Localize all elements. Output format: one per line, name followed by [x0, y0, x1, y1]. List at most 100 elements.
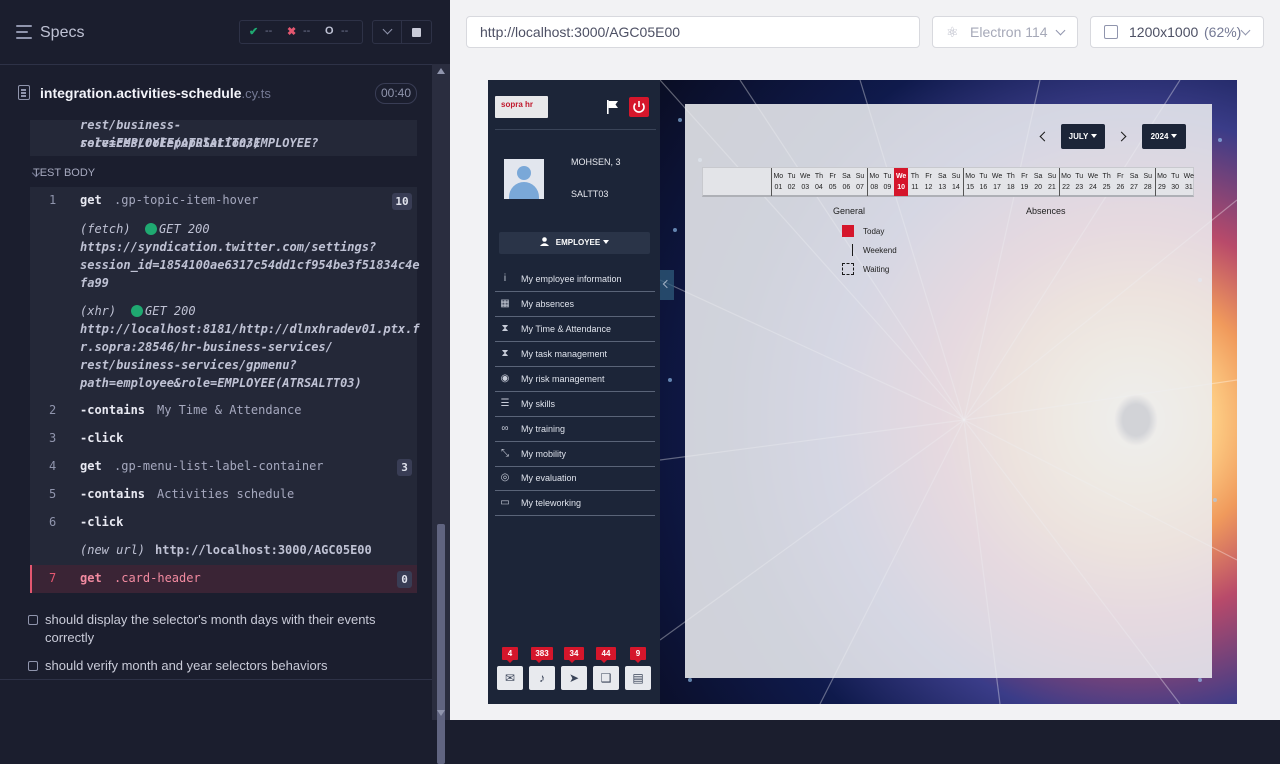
request-url[interactable]: session_id=1854100ae6317c54dd1cf954be3f5… — [80, 256, 420, 274]
calendar-day[interactable]: We 24 — [1086, 168, 1100, 196]
calendar-day[interactable]: Su 28 — [1141, 168, 1155, 196]
previous-month-button[interactable] — [1037, 130, 1050, 142]
role-selector[interactable]: EMPLOYEE — [499, 232, 650, 254]
calendar-day[interactable]: Mo 15 — [962, 168, 977, 196]
calendar-day[interactable]: Mo 29 — [1154, 168, 1169, 196]
menu-item-evaluation[interactable]: ◎ My evaluation — [495, 466, 655, 491]
month-selector[interactable]: JULY — [1061, 124, 1105, 149]
specs-title[interactable]: Specs — [40, 24, 84, 42]
command-name[interactable]: get — [80, 459, 102, 473]
scrollbar-thumb[interactable] — [437, 524, 445, 764]
menu-item-teleworking[interactable]: ▭ My teleworking — [495, 491, 655, 516]
new-url-value[interactable]: http://localhost:3000/AGC05E00 — [155, 541, 372, 559]
calendar-day[interactable]: Fr 05 — [826, 168, 840, 196]
menu-item-mobility[interactable]: ⤡ My mobility — [495, 442, 655, 467]
calendar-day[interactable]: We 03 — [798, 168, 812, 196]
calendar-day[interactable]: Su 07 — [853, 168, 867, 196]
menu-item-employee-information[interactable]: i My employee information — [495, 267, 655, 292]
url-bar[interactable]: http://localhost:3000/AGC05E00 — [466, 16, 920, 48]
document-icon[interactable]: ▤ — [625, 666, 651, 690]
day-of-week: We — [1183, 173, 1195, 180]
request-url[interactable]: path=employee&role=EMPLOYEE(ATRSALTT03) — [80, 374, 362, 392]
sidebar-collapse-toggle[interactable] — [660, 270, 674, 300]
calendar-day[interactable]: Mo 01 — [771, 168, 785, 196]
day-of-week: Fr — [925, 173, 932, 180]
request-url[interactable]: r.sopra:28546/hr-business-services/ — [80, 338, 333, 356]
calendar-day[interactable]: Tu 30 — [1168, 168, 1182, 196]
calendar-day[interactable]: Tu 09 — [881, 168, 895, 196]
test-item[interactable]: should verify month and year selectors b… — [28, 657, 388, 675]
calendar-day[interactable]: Sa 13 — [935, 168, 949, 196]
menu-item-absences[interactable]: ▦ My absences — [495, 292, 655, 317]
browser-selector[interactable]: ⚛ Electron 114 — [932, 16, 1078, 48]
calendar-day[interactable]: Th 25 — [1100, 168, 1114, 196]
calendar-day[interactable]: Su 14 — [949, 168, 963, 196]
request-url[interactable]: https://syndication.twitter.com/settings… — [80, 238, 376, 256]
viewport-selector[interactable]: 1200x1000 (62%) — [1090, 16, 1264, 48]
calendar-day[interactable]: Tu 02 — [785, 168, 799, 196]
calendar-day[interactable]: Mo 22 — [1058, 168, 1073, 196]
next-month-button[interactable] — [1116, 130, 1129, 142]
caret-down-icon — [1171, 134, 1178, 138]
calendar-day[interactable]: Fr 26 — [1114, 168, 1128, 196]
command-arg[interactable]: My Time & Attendance — [157, 403, 302, 417]
command-name[interactable]: -contains — [80, 487, 145, 501]
scroll-up-icon[interactable] — [437, 68, 445, 74]
command-arg[interactable]: .gp-menu-list-label-container — [114, 459, 324, 473]
expand-button[interactable] — [372, 20, 402, 44]
command-name[interactable]: -contains — [80, 403, 145, 417]
year-selector[interactable]: 2024 — [1142, 124, 1186, 149]
spec-file-name[interactable]: integration.activities-schedule.cy.ts — [40, 85, 271, 101]
calendar-day[interactable]: Tu 23 — [1072, 168, 1086, 196]
day-number: 21 — [1047, 184, 1056, 191]
test-item[interactable]: should display the selector's month days… — [28, 611, 388, 647]
command-arg[interactable]: .card-header — [114, 571, 201, 585]
menu-item-training[interactable]: ∞ My training — [495, 417, 655, 442]
menu-item-skills[interactable]: ☰ My skills — [495, 392, 655, 417]
command-number: 2 — [49, 403, 57, 417]
command-name[interactable]: get — [80, 571, 102, 585]
menu-item-time-attendance[interactable]: ⧗ My Time & Attendance — [495, 317, 655, 342]
log-scroll-area[interactable]: rest/business-services/rolepopulation/EM… — [0, 120, 432, 680]
calendar-day[interactable]: Sa 06 — [840, 168, 854, 196]
calendar-day[interactable]: Fr 12 — [922, 168, 936, 196]
bell-icon[interactable]: ♪ — [529, 666, 555, 690]
command-arg[interactable]: Activities schedule — [157, 487, 294, 501]
day-number: 15 — [966, 184, 975, 191]
mail-icon[interactable]: ✉ — [497, 666, 523, 690]
calendar-day[interactable]: We 17 — [990, 168, 1004, 196]
calendar-day[interactable]: Sa 27 — [1127, 168, 1141, 196]
sopra-hr-logo[interactable]: sopra hr — [495, 96, 548, 118]
log-scrollbar[interactable] — [432, 64, 450, 764]
command-name[interactable]: -click — [80, 515, 123, 529]
request-url[interactable]: rest/business-services/gpmenu? — [80, 356, 297, 374]
calendar-day[interactable]: Th 18 — [1004, 168, 1018, 196]
logout-button[interactable] — [629, 97, 649, 117]
bookmark-icon[interactable]: ❑ — [593, 666, 619, 690]
menu-item-risk-management[interactable]: ◉ My risk management — [495, 367, 655, 392]
calendar-day[interactable]: Th 04 — [812, 168, 826, 196]
avatar[interactable] — [504, 159, 544, 199]
send-icon[interactable]: ➤ — [561, 666, 587, 690]
calendar-day[interactable]: Su 21 — [1045, 168, 1059, 196]
day-number: 01 — [774, 184, 783, 191]
command-arg[interactable]: .gp-topic-item-hover — [114, 193, 259, 207]
menu-icon[interactable] — [16, 25, 32, 39]
calendar-day[interactable]: Tu 16 — [977, 168, 991, 196]
menu-item-task-management[interactable]: ⧗ My task management — [495, 342, 655, 367]
calendar-day[interactable]: Mo 08 — [866, 168, 881, 196]
flag-icon[interactable] — [607, 100, 619, 114]
stop-button[interactable] — [402, 20, 432, 44]
calendar-day[interactable]: We 10 — [894, 168, 908, 196]
calendar-day[interactable]: Fr 19 — [1018, 168, 1032, 196]
request-url[interactable]: http://localhost:8181/http://dlnxhradev0… — [80, 320, 420, 338]
calendar-day[interactable]: Th 11 — [908, 168, 922, 196]
command-name[interactable]: -click — [80, 431, 123, 445]
calendar-day[interactable]: Sa 20 — [1031, 168, 1045, 196]
request-url[interactable]: fa99 — [80, 274, 109, 292]
scroll-down-icon[interactable] — [437, 710, 445, 716]
test-body-label[interactable]: TEST BODY — [33, 167, 95, 179]
test-title: should display the selector's month days… — [45, 612, 376, 627]
calendar-day[interactable]: We 31 — [1182, 168, 1196, 196]
command-name[interactable]: get — [80, 193, 102, 207]
